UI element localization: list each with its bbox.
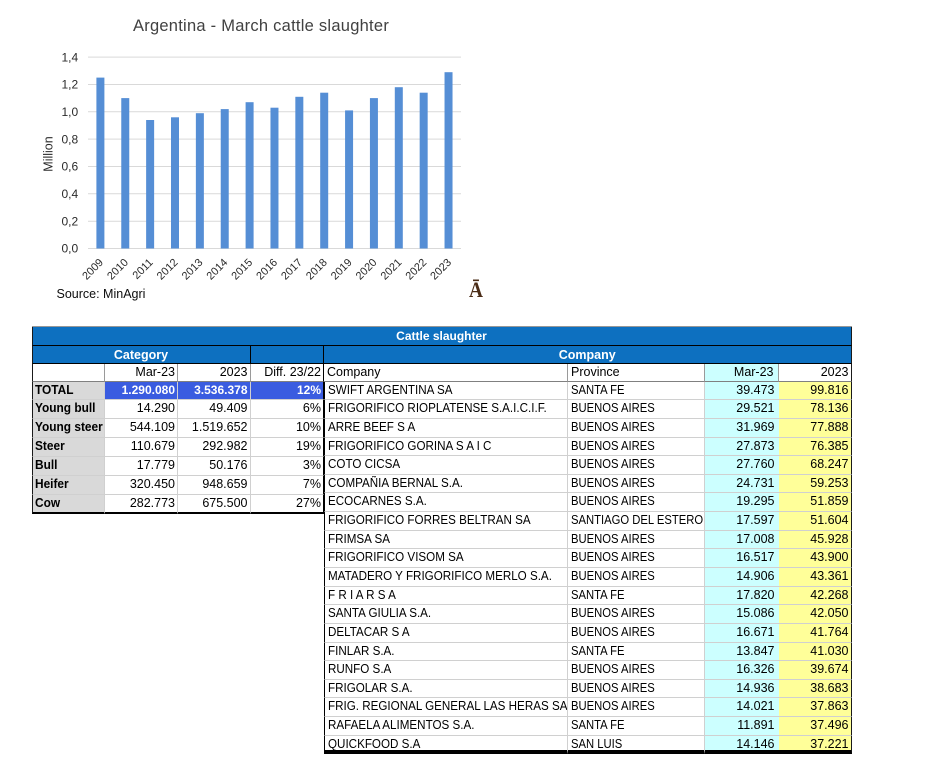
svg-text:2012: 2012 <box>155 257 181 283</box>
svg-text:2021: 2021 <box>379 257 405 283</box>
svg-text:2017: 2017 <box>279 257 305 283</box>
svg-text:0,6: 0,6 <box>62 160 79 174</box>
svg-text:2016: 2016 <box>254 257 280 283</box>
svg-text:Million: Million <box>41 136 55 171</box>
svg-text:2019: 2019 <box>329 257 355 283</box>
svg-text:2022: 2022 <box>404 257 430 283</box>
svg-text:0,8: 0,8 <box>62 132 79 146</box>
svg-text:2015: 2015 <box>229 257 255 283</box>
svg-text:1,4: 1,4 <box>62 50 79 64</box>
svg-text:2018: 2018 <box>304 257 330 283</box>
svg-text:0,0: 0,0 <box>62 242 79 256</box>
svg-text:2013: 2013 <box>180 257 206 283</box>
svg-text:2010: 2010 <box>105 257 131 283</box>
svg-text:2023: 2023 <box>428 257 454 283</box>
svg-text:0,4: 0,4 <box>62 187 79 201</box>
svg-text:2014: 2014 <box>205 257 231 283</box>
svg-text:1,2: 1,2 <box>62 78 79 92</box>
svg-text:0,2: 0,2 <box>62 214 79 228</box>
svg-text:2011: 2011 <box>131 257 156 282</box>
svg-text:Source: MinAgri: Source: MinAgri <box>57 287 146 301</box>
svg-text:2020: 2020 <box>354 257 380 283</box>
svg-text:2009: 2009 <box>80 257 106 283</box>
svg-text:Argentina - March cattle slaug: Argentina - March cattle slaughter <box>133 17 389 35</box>
svg-text:1,0: 1,0 <box>62 105 79 119</box>
